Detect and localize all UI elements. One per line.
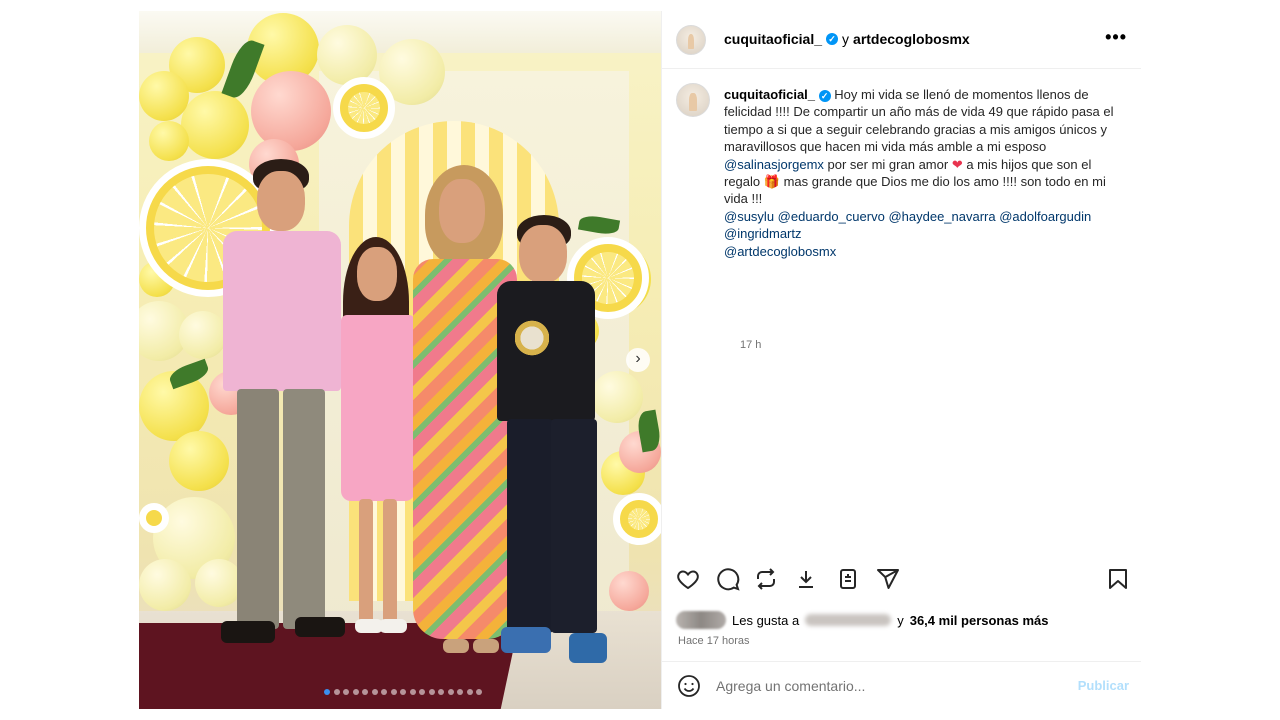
- carousel-dot: [324, 689, 330, 695]
- lemon-slice-decor: [333, 77, 395, 139]
- carousel-dot: [409, 689, 416, 695]
- more-options-icon[interactable]: •••: [1105, 27, 1127, 48]
- caption-author-username[interactable]: cuquitaoficial_: [724, 87, 815, 102]
- smiley-icon[interactable]: [677, 674, 701, 698]
- verified-badge-icon: ✓: [826, 33, 839, 45]
- carousel-dot: [343, 689, 349, 695]
- authors-connector: y: [842, 31, 850, 47]
- carousel-dot: [466, 689, 473, 695]
- person-boy: [493, 215, 623, 675]
- mention-link[interactable]: @artdecoglobosmx: [724, 244, 836, 259]
- post-date[interactable]: Hace 17 horas: [678, 635, 750, 647]
- carousel-dot: [400, 689, 406, 695]
- caption-text: cuquitaoficial_ ✓ Hoy mi vida se llenó d…: [724, 86, 1124, 260]
- comment-bar: Publicar: [662, 661, 1141, 709]
- carousel-dot: [390, 689, 397, 695]
- verified-badge-icon: ✓: [818, 90, 831, 102]
- balloon: [181, 91, 249, 159]
- lemon-slice-decor: [139, 503, 169, 533]
- publish-button[interactable]: Publicar: [1078, 678, 1129, 693]
- mention-link[interactable]: @eduardo_cuervo: [778, 209, 885, 224]
- mention-link[interactable]: @adolfoargudin: [999, 209, 1091, 224]
- balloon: [149, 121, 189, 161]
- carousel-next-button[interactable]: ›: [626, 348, 650, 372]
- carousel-dot: [381, 689, 387, 695]
- caption-timestamp[interactable]: 17 h: [740, 339, 761, 351]
- repost-icon[interactable]: [754, 567, 782, 595]
- carousel-dot: [371, 689, 378, 695]
- post-header: cuquitaoficial_ ✓ y artdecoglobosmx •••: [662, 11, 1141, 69]
- carousel-dot: [447, 689, 454, 695]
- mention-link[interactable]: @susylu: [724, 209, 774, 224]
- comment-icon[interactable]: [716, 567, 744, 595]
- mention-link[interactable]: @haydee_navarra: [888, 209, 995, 224]
- carousel-dot: [457, 689, 463, 695]
- carousel-dot: [428, 689, 435, 695]
- carousel-dot: [362, 689, 368, 695]
- post-photo[interactable]: ›: [139, 11, 661, 709]
- carousel-dot: [333, 689, 340, 695]
- liker-avatars[interactable]: [676, 611, 726, 629]
- liker-username-blurred[interactable]: [805, 614, 892, 626]
- carousel-dots: [324, 689, 482, 695]
- download-icon[interactable]: [794, 567, 822, 595]
- carousel-dot: [476, 689, 482, 695]
- author-username[interactable]: cuquitaoficial_: [724, 31, 822, 47]
- mention-link[interactable]: @ingridmartz: [724, 226, 802, 241]
- post-authors: cuquitaoficial_ ✓ y artdecoglobosmx: [724, 31, 970, 47]
- post-actions: [662, 567, 1141, 597]
- balloon: [139, 71, 189, 121]
- balloon: [139, 559, 191, 611]
- caption-author-avatar[interactable]: [676, 83, 710, 117]
- heart-icon[interactable]: [676, 567, 704, 595]
- send-icon[interactable]: [876, 567, 904, 595]
- likes-prefix: Les gusta a: [732, 612, 800, 628]
- post-side-panel: cuquitaoficial_ ✓ y artdecoglobosmx ••• …: [661, 11, 1141, 709]
- collaborator-username[interactable]: artdecoglobosmx: [853, 31, 970, 47]
- caption-part-2: por ser mi gran amor: [827, 156, 949, 172]
- caption-part-4: mas grande que Dios me dio los amo !!!! …: [724, 174, 1106, 207]
- author-avatar[interactable]: [676, 25, 706, 55]
- gift-emoji-icon: 🎁: [763, 174, 780, 190]
- mention-link[interactable]: @salinasjorgemx: [724, 157, 824, 172]
- carousel-dot: [352, 689, 359, 695]
- likes-summary: Les gusta a y 36,4 mil personas más: [676, 611, 1048, 629]
- embed-icon[interactable]: [836, 567, 864, 595]
- heart-emoji-icon: ❤: [951, 156, 963, 172]
- skull-print: [515, 315, 549, 361]
- balloon: [317, 25, 377, 85]
- likes-conjunction: y: [897, 612, 904, 628]
- person-man: [215, 159, 345, 659]
- bookmark-icon[interactable]: [1106, 567, 1134, 595]
- balloon: [251, 71, 331, 151]
- likes-count[interactable]: 36,4 mil personas más: [910, 613, 1049, 628]
- comment-input[interactable]: [716, 676, 1056, 696]
- carousel-dot: [419, 689, 425, 695]
- carousel-dot: [438, 689, 444, 695]
